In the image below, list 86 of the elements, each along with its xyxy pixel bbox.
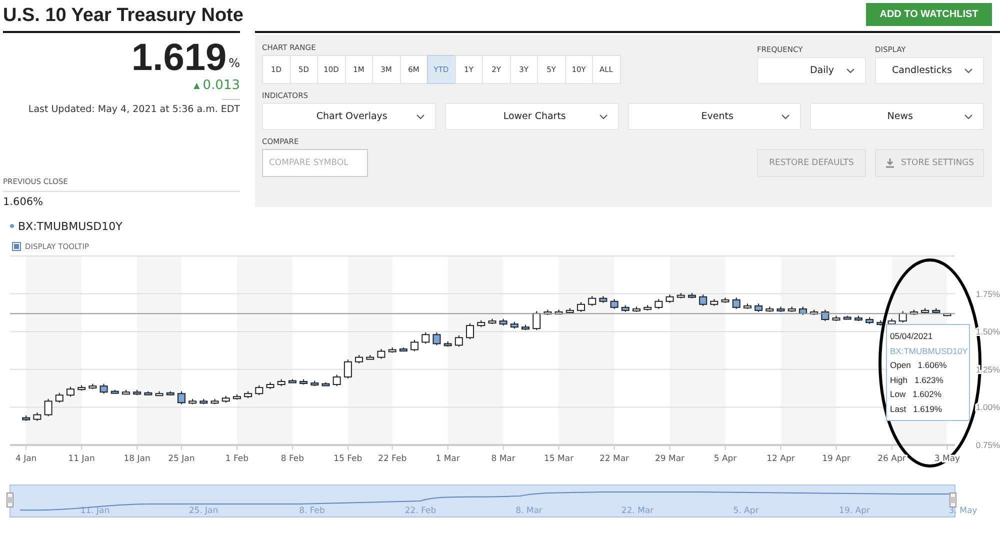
tooltip-value: 1.602% [912, 388, 942, 401]
candlestick [422, 332, 430, 344]
axis-label: 22 Mar [600, 454, 630, 464]
candlestick [610, 298, 618, 310]
axis-label: 15 Mar [544, 454, 574, 464]
navigator-label: 19. Apr [839, 506, 870, 516]
tooltip-date: 05/04/2021 [890, 330, 934, 343]
navigator-label: 5. Apr [733, 506, 759, 516]
candlestick [100, 383, 108, 394]
axis-label: 1 Mar [436, 454, 460, 464]
navigator-label: 8. Feb [299, 506, 325, 516]
tooltip-label: Last [890, 402, 906, 416]
chevron-down-icon [964, 68, 973, 74]
tooltip-value: 1.619% [913, 402, 942, 416]
navigator-label: 8. Mar [516, 506, 542, 516]
candlestick [55, 392, 64, 404]
candlestick [255, 384, 264, 396]
dropdown[interactable]: Events [628, 103, 802, 130]
tooltip-symbol: BX:TMUBMUSD10Y [890, 344, 969, 358]
axis-label: 25 Jan [168, 454, 195, 464]
chevron-down-icon [781, 114, 790, 120]
compare-symbol-field[interactable]: COMPARE SYMBOL [262, 149, 368, 177]
axis-label: 19 Apr [822, 454, 850, 464]
axis-label: 5 Apr [714, 454, 737, 464]
candlestick [177, 390, 186, 405]
candlestick [576, 302, 585, 312]
navigator-label: 25. Jan [188, 506, 218, 516]
navigator-label: 22. Mar [621, 506, 654, 516]
navigator-handle [6, 492, 14, 508]
chevron-down-icon [598, 114, 608, 120]
tooltip-label: Low [890, 388, 906, 401]
navigator-label: 11. Jan [80, 506, 110, 516]
navigator-label: 22. Feb [404, 506, 436, 516]
axis-label: 11 Jan [68, 454, 95, 464]
axis-label: 1.75% [976, 288, 1000, 299]
axis-label: 15 Feb [334, 454, 362, 464]
dropdown[interactable]: Chart Overlays [262, 103, 436, 130]
chevron-down-icon [846, 68, 855, 74]
dropdown[interactable]: Lower Charts [444, 103, 618, 130]
axis-label: 12 Apr [766, 454, 795, 464]
candlestick [454, 334, 463, 348]
axis-label: 8 Mar [491, 454, 516, 464]
axis-label: 4 Jan [15, 454, 37, 464]
previous-close-value: 1.606% [3, 195, 44, 208]
tooltip-value: 1.606% [918, 359, 947, 372]
axis-label: 1.00% [976, 402, 1000, 412]
candlestick [432, 332, 441, 346]
add-to-watchlist-button[interactable]: ADD TO WATCHLIST [866, 3, 992, 26]
up-triangle-icon: ▲ [194, 81, 200, 90]
axis-label: 0.75% [976, 440, 1000, 450]
candlestick [699, 294, 708, 306]
tooltip-value: 1.623% [914, 374, 944, 386]
series-dot-icon [10, 224, 14, 228]
chevron-down-icon [416, 114, 425, 120]
axis-label: 18 Jan [124, 454, 150, 464]
download-icon [884, 158, 895, 168]
candlestick [44, 398, 52, 417]
tooltip-label: High [890, 374, 908, 387]
candlestick [654, 298, 663, 310]
axis-label: 8 Feb [280, 454, 304, 464]
axis-label: 1 Feb [225, 454, 249, 464]
dropdown[interactable]: Daily [757, 57, 866, 84]
candlestick [344, 359, 352, 379]
page-title: U.S. 10 Year Treasury Note [3, 4, 244, 27]
candlestick [332, 374, 341, 387]
candlestick [410, 339, 419, 352]
axis-label: 26 Apr [878, 454, 906, 464]
series-symbol: BX:TMUBMUSD10Y [18, 220, 122, 232]
chevron-down-icon [964, 114, 973, 120]
candlestick [466, 322, 474, 340]
percent-unit: % [228, 56, 240, 70]
tooltip-label: Open [890, 359, 911, 372]
navigator-handle [950, 492, 956, 508]
candlestick [66, 386, 74, 398]
candlestick [588, 296, 596, 306]
axis-label: 29 Mar [655, 454, 685, 464]
tooltip-checkbox[interactable] [12, 242, 21, 250]
price-change: 0.013 [202, 78, 240, 93]
dropdown[interactable]: News [810, 103, 984, 130]
candlestick [377, 348, 386, 360]
candlestick [732, 297, 740, 310]
price-value: 1.619 [132, 38, 227, 78]
last-updated-text: Last Updated: May 4, 2021 at 5:36 a.m. EDT [28, 104, 240, 115]
dropdown[interactable]: Candlesticks [875, 57, 984, 84]
candlestick [532, 310, 541, 331]
axis-label: 22 Feb [378, 454, 407, 464]
